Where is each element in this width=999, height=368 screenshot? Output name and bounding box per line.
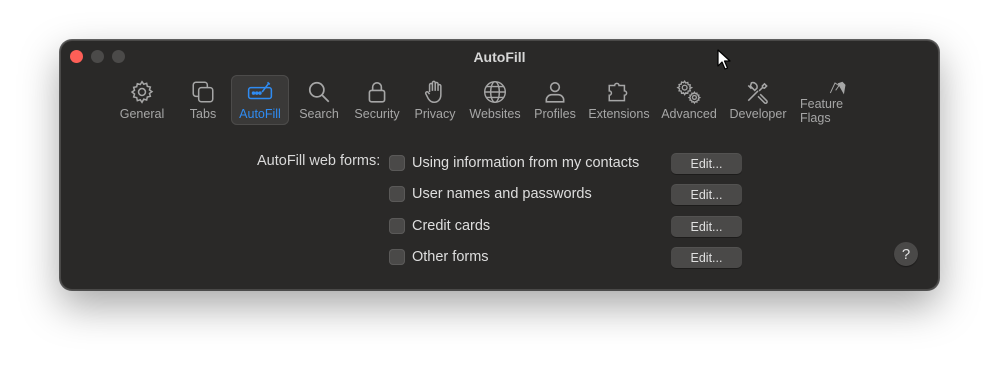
credit-cards-label: Credit cards — [412, 218, 491, 234]
tab-developer[interactable]: Developer — [725, 75, 791, 125]
edit-contacts-button[interactable]: Edit... — [671, 153, 742, 174]
autofill-option-credit-cards: Credit cards — [389, 215, 490, 237]
tab-advanced[interactable]: Advanced — [657, 75, 721, 125]
autofill-icon — [247, 81, 273, 100]
tab-search[interactable]: Search — [293, 75, 345, 125]
tab-label: Privacy — [414, 107, 456, 121]
tab-security[interactable]: Security — [349, 75, 405, 125]
flags-icon — [829, 81, 846, 95]
search-icon — [308, 81, 330, 103]
help-button[interactable]: ? — [894, 242, 918, 266]
tab-label: Search — [299, 107, 339, 121]
tab-autofill[interactable]: AutoFill — [231, 75, 289, 125]
other-forms-label: Other forms — [412, 249, 489, 265]
tab-websites[interactable]: Websites — [465, 75, 525, 125]
tab-label: Security — [354, 107, 400, 121]
tab-label: Advanced — [661, 107, 717, 121]
passwords-label: User names and passwords — [412, 186, 592, 202]
globe-icon — [484, 81, 506, 103]
window-title: AutoFill — [473, 49, 526, 65]
gear-icon — [130, 80, 154, 104]
tab-extensions[interactable]: Extensions — [585, 75, 653, 125]
tab-label: General — [119, 107, 165, 121]
tabs-icon — [192, 81, 214, 103]
gears-icon — [676, 80, 702, 105]
passwords-checkbox[interactable] — [389, 186, 405, 202]
credit-cards-checkbox[interactable] — [389, 218, 405, 234]
edit-passwords-button[interactable]: Edit... — [671, 184, 742, 205]
hand-icon — [424, 80, 442, 104]
tab-label: Profiles — [534, 107, 576, 121]
tab-label: Feature Flags — [800, 97, 844, 125]
tab-label: AutoFill — [239, 107, 281, 121]
person-icon — [545, 81, 565, 103]
autofill-web-forms-label: AutoFill web forms: — [257, 153, 381, 169]
tab-feature-flags[interactable]: Feature Flags — [795, 75, 879, 125]
tools-icon — [747, 81, 768, 105]
autofill-option-contacts: Using information from my contacts — [389, 152, 639, 174]
tab-general[interactable]: General — [109, 75, 175, 125]
puzzle-icon — [608, 82, 628, 102]
mouse-pointer-icon — [717, 49, 731, 70]
tab-label: Websites — [469, 107, 521, 121]
tab-profiles[interactable]: Profiles — [529, 75, 581, 125]
tab-label: Extensions — [588, 107, 650, 121]
preferences-window: AutoFill General Tabs AutoFill Search Se… — [60, 40, 939, 290]
preferences-toolbar: General Tabs AutoFill Search Security Pr… — [109, 75, 883, 125]
autofill-option-other-forms: Other forms — [389, 246, 489, 268]
tab-label: Tabs — [189, 107, 217, 121]
contacts-label: Using information from my contacts — [412, 155, 640, 171]
tab-tabs[interactable]: Tabs — [179, 75, 227, 125]
tab-privacy[interactable]: Privacy — [409, 75, 461, 125]
edit-other-forms-button[interactable]: Edit... — [671, 247, 742, 268]
lock-icon — [368, 81, 386, 103]
autofill-option-passwords: User names and passwords — [389, 183, 592, 205]
other-forms-checkbox[interactable] — [389, 249, 405, 265]
edit-credit-cards-button[interactable]: Edit... — [671, 216, 742, 237]
contacts-checkbox[interactable] — [389, 155, 405, 171]
tab-label: Developer — [729, 107, 787, 121]
